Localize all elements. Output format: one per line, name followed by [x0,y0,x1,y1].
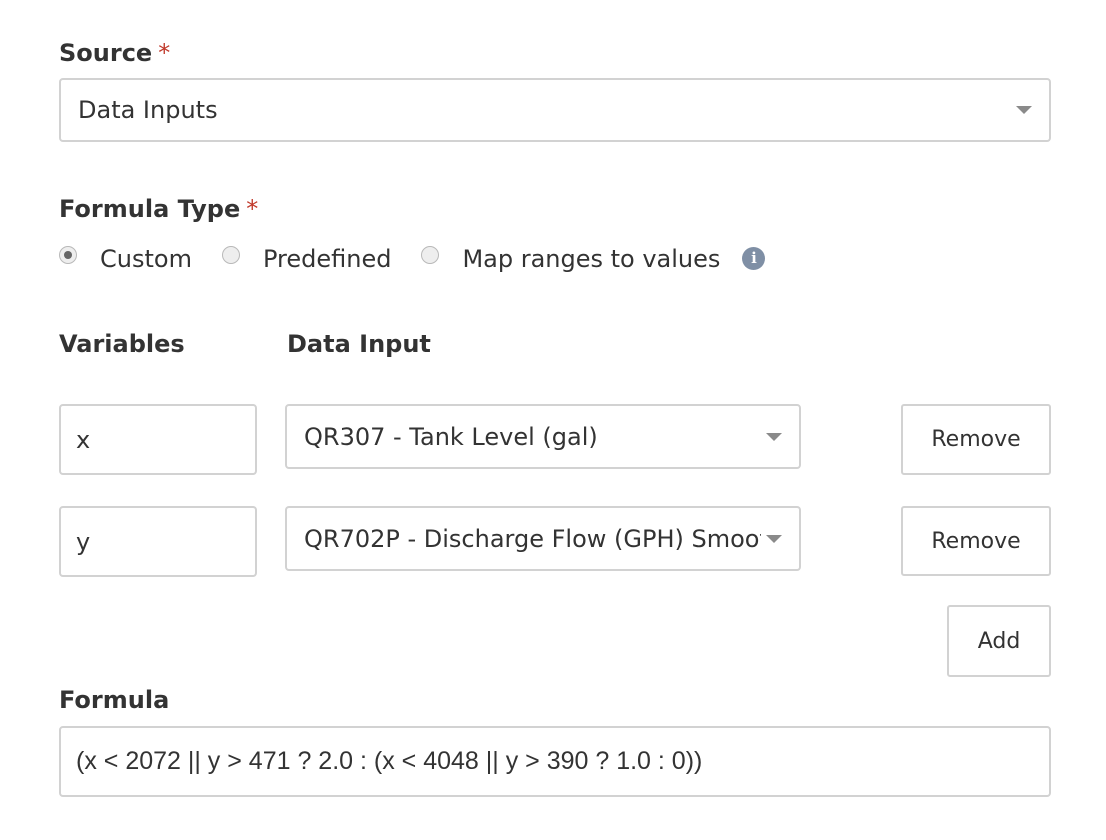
source-select-value: Data Inputs [78,96,218,124]
data-input-select[interactable]: QR307 - Tank Level (gal) [285,404,801,469]
required-mark: * [158,39,171,67]
radio-predefined-label[interactable]: Predefined [263,245,391,273]
variable-input-value: x [76,425,91,454]
formula-label: Formula [59,686,170,714]
chevron-down-icon [766,432,782,441]
formula-type-radio-group: Custom Predefined Map ranges to values i [59,242,766,276]
radio-custom-label[interactable]: Custom [100,245,192,273]
variable-input[interactable]: x [59,404,257,475]
formula-type-label-text: Formula Type [59,195,241,223]
source-label: Source * [59,38,170,68]
variable-input[interactable]: y [59,506,257,577]
formula-input[interactable]: (x < 2072 || y > 471 ? 2.0 : (x < 4048 |… [59,726,1051,797]
variable-input-value: y [76,527,91,556]
variables-header: Variables [59,330,185,358]
data-input-select-value: QR307 - Tank Level (gal) [304,422,598,451]
remove-button[interactable]: Remove [901,404,1051,475]
chevron-down-icon [766,534,782,543]
add-button[interactable]: Add [947,605,1051,677]
radio-map-ranges-label[interactable]: Map ranges to values [462,245,720,273]
formula-type-label: Formula Type * [59,194,258,224]
radio-map-ranges[interactable] [421,246,440,264]
formula-input-value: (x < 2072 || y > 471 ? 2.0 : (x < 4048 |… [76,747,703,775]
chevron-down-icon [1016,106,1032,114]
data-input-select[interactable]: QR702P - Discharge Flow (GPH) Smoothed [285,506,801,571]
radio-custom[interactable] [59,246,77,264]
required-mark: * [246,195,259,223]
data-input-select-value: QR702P - Discharge Flow (GPH) Smoothed [304,524,761,553]
source-label-text: Source [59,39,153,67]
data-input-header: Data Input [287,330,431,358]
source-select[interactable]: Data Inputs [59,78,1051,142]
info-icon[interactable]: i [742,246,766,270]
remove-button[interactable]: Remove [901,506,1051,576]
radio-predefined[interactable] [221,246,240,264]
